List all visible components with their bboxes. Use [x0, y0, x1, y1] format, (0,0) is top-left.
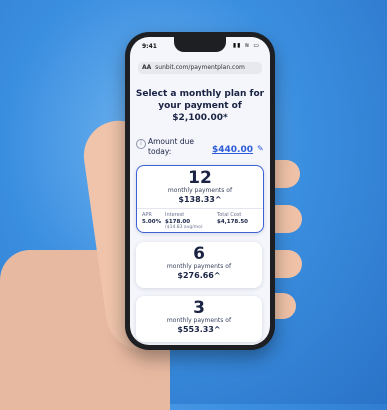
- edit-pencil-icon[interactable]: ✎: [257, 144, 264, 153]
- status-bar: 9:41 ▮▮ ≋ ▭: [130, 41, 270, 53]
- total-cost-label: Total Cost: [217, 212, 242, 218]
- apr-label: APR: [142, 212, 152, 218]
- url-text: sunbit.com/paymentplan.com: [155, 64, 245, 71]
- smartphone: 9:41 ▮▮ ≋ ▭ AA sunbit.com/paymentplan.co…: [125, 32, 275, 350]
- plan-card-3[interactable]: 3 monthly payments of $553.33^: [136, 296, 262, 342]
- plan-payment: $553.33^: [177, 325, 221, 334]
- plan-months: 12: [188, 168, 212, 188]
- amount-due-row: i Amount due today: $440.00 ✎: [136, 137, 266, 161]
- plan-details: APR 5.00% Interest $178.00 ($14.83 avg/m…: [137, 208, 263, 230]
- photo-scene: 9:41 ▮▮ ≋ ▭ AA sunbit.com/paymentplan.co…: [0, 0, 387, 410]
- apr-value: 5.00%: [142, 219, 162, 225]
- interest-column: Interest $178.00 ($14.83 avg/mo): [165, 212, 203, 230]
- browser-address-bar[interactable]: AA sunbit.com/paymentplan.com: [138, 62, 262, 74]
- status-time: 9:41: [142, 43, 157, 50]
- plan-payment: $138.33^: [178, 195, 222, 204]
- interest-label: Interest: [165, 212, 185, 218]
- plan-label: monthly payments of: [166, 317, 232, 324]
- plan-months: 3: [193, 298, 205, 318]
- interest-note: ($14.83 avg/mo): [165, 225, 203, 230]
- total-cost-column: Total Cost $4,178.50: [217, 212, 248, 225]
- info-icon[interactable]: i: [136, 139, 146, 149]
- plan-label: monthly payments of: [166, 263, 232, 270]
- phone-screen: 9:41 ▮▮ ≋ ▭ AA sunbit.com/paymentplan.co…: [130, 37, 270, 345]
- apr-column: APR 5.00%: [142, 212, 161, 225]
- plan-label: monthly payments of: [167, 187, 233, 194]
- plan-card-12[interactable]: 12 monthly payments of $138.33^ APR 5.00…: [136, 165, 264, 233]
- plan-card-6[interactable]: 6 monthly payments of $276.66^: [136, 242, 262, 288]
- plan-months: 6: [193, 244, 205, 264]
- page-title: Select a monthly plan for your payment o…: [135, 89, 265, 123]
- total-cost-value: $4,178.50: [217, 219, 248, 225]
- signal-wifi-battery-icon: ▮▮ ≋ ▭: [232, 42, 260, 49]
- amount-due-value[interactable]: $440.00: [212, 145, 253, 155]
- amount-due-label: Amount due today:: [148, 137, 194, 156]
- plan-payment: $276.66^: [177, 271, 221, 280]
